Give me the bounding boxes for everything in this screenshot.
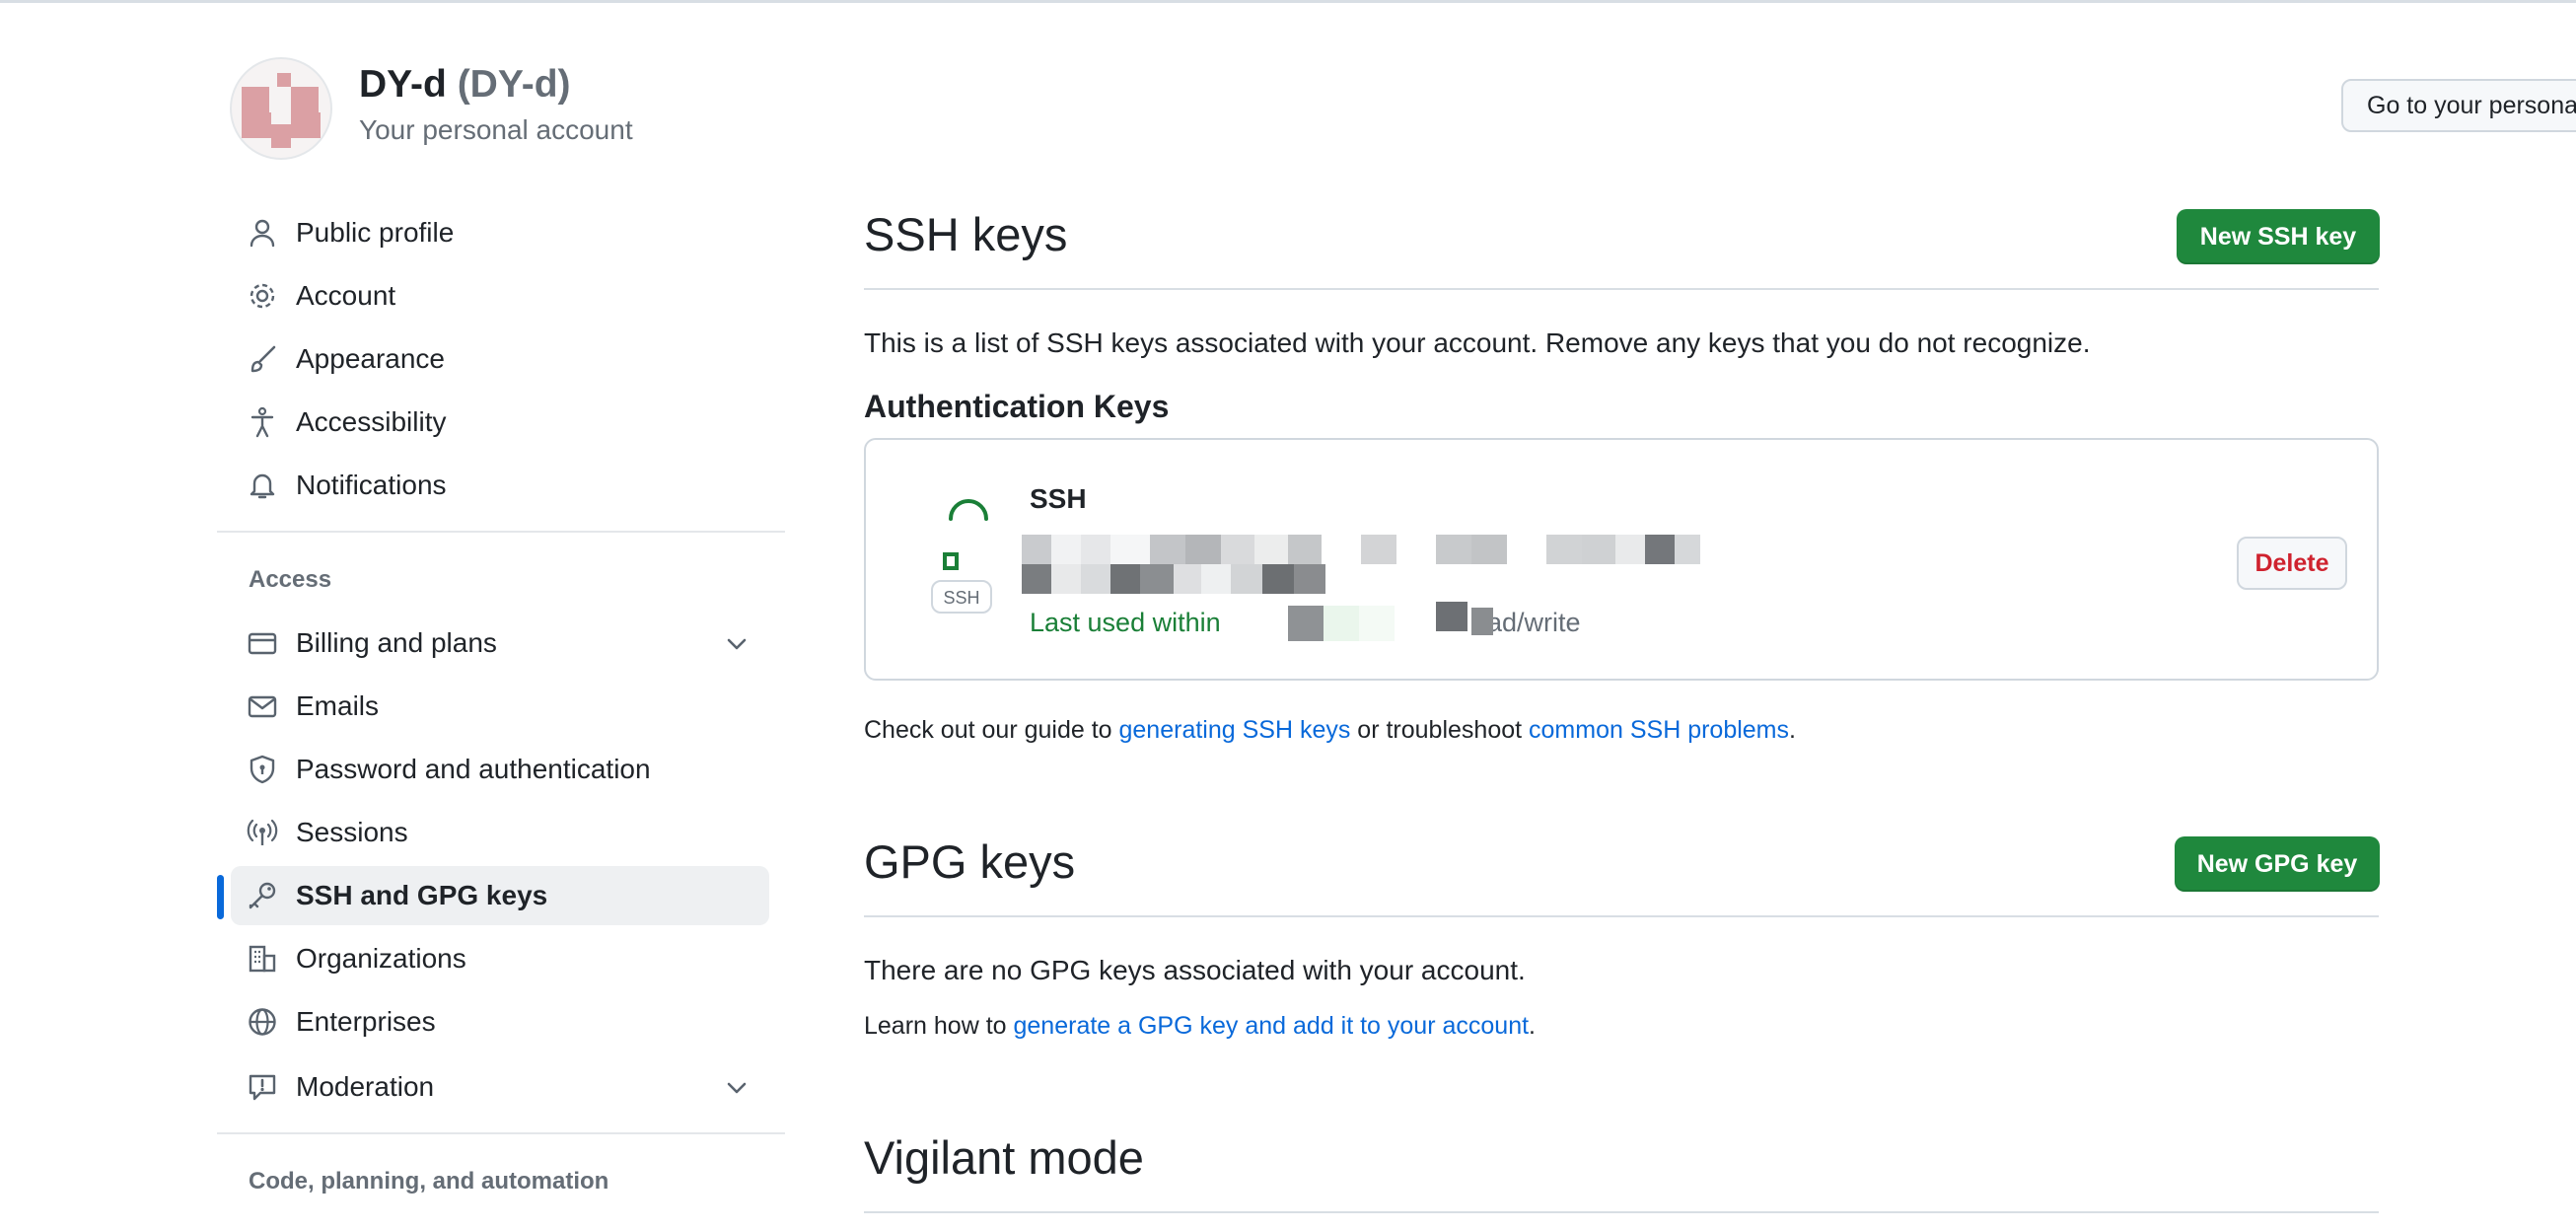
sidebar-item-label: Billing and plans: [296, 627, 497, 658]
accessibility-icon: [250, 406, 274, 438]
sidebar-item-label: Emails: [296, 690, 380, 721]
ssh-badge: SSH: [931, 580, 992, 614]
sidebar-item-organizations[interactable]: Organizations: [231, 929, 769, 988]
delete-ssh-key-button[interactable]: Delete: [2237, 537, 2347, 590]
authentication-keys-heading: Authentication Keys: [864, 389, 1170, 424]
sidebar-item-label: Appearance: [296, 343, 446, 374]
broadcast-icon: [247, 819, 278, 845]
common-ssh-problems-link[interactable]: common SSH problems: [1529, 716, 1789, 744]
help-prefix: Check out our guide to: [864, 716, 1119, 744]
avatar[interactable]: [230, 57, 332, 160]
key-details-redacted: [1022, 564, 1325, 594]
sidebar-item-label: Notifications: [296, 470, 447, 500]
key-last-used: Last used within: [1030, 608, 1221, 637]
sidebar-item-label: Accessibility: [296, 406, 447, 437]
ssh-keys-title: SSH keys: [864, 208, 1068, 260]
key-icon: [249, 882, 276, 909]
mail-icon: [248, 695, 277, 718]
help-suffix: .: [1789, 716, 1796, 744]
gear-icon: [250, 283, 275, 309]
generate-gpg-key-link[interactable]: generate a GPG key and add it to your ac…: [1014, 1012, 1530, 1040]
sidebar-item-billing[interactable]: Billing and plans: [231, 614, 769, 673]
ssh-key-card: SSH SSH Last used within ad/write Delete: [864, 438, 2379, 681]
sidebar-item-notifications[interactable]: Notifications: [231, 456, 769, 515]
go-to-profile-button[interactable]: Go to your personal profile: [2341, 79, 2576, 132]
account-subtitle: Your personal account: [359, 114, 633, 145]
gpg-keys-title: GPG keys: [864, 835, 1076, 888]
new-ssh-key-button[interactable]: New SSH key: [2177, 209, 2380, 264]
section-divider: [864, 288, 2379, 290]
sidebar-item-accessibility[interactable]: Accessibility: [231, 393, 769, 452]
section-divider: [864, 1211, 2379, 1213]
key-icon: [943, 499, 988, 570]
learn-suffix: .: [1529, 1012, 1536, 1040]
sidebar-group-heading-access: Access: [249, 566, 332, 593]
new-gpg-key-button[interactable]: New GPG key: [2175, 836, 2380, 892]
credit-card-icon: [248, 632, 277, 655]
generating-ssh-keys-link[interactable]: generating SSH keys: [1119, 716, 1351, 744]
sidebar-item-ssh-gpg-keys[interactable]: SSH and GPG keys: [231, 866, 769, 925]
bell-icon: [250, 473, 275, 499]
shield-lock-icon: [250, 755, 275, 784]
vigilant-mode-title: Vigilant mode: [864, 1131, 1144, 1184]
sidebar-divider: [217, 1132, 785, 1134]
ssh-key-title: SSH: [1030, 483, 1087, 514]
key-fingerprint-redacted: [1022, 535, 1700, 564]
help-middle: or troubleshoot: [1350, 716, 1530, 744]
sidebar-item-label: Sessions: [296, 817, 408, 847]
sidebar-item-appearance[interactable]: Appearance: [231, 329, 769, 389]
paintbrush-icon: [250, 345, 276, 373]
ssh-description: This is a list of SSH keys associated wi…: [864, 327, 2091, 358]
sidebar-item-label: Enterprises: [296, 1006, 436, 1037]
sidebar-item-public-profile[interactable]: Public profile: [231, 203, 769, 262]
organization-icon: [249, 945, 276, 973]
learn-prefix: Learn how to: [864, 1012, 1014, 1040]
sidebar-item-label: Account: [296, 280, 396, 311]
sidebar-group-heading-code: Code, planning, and automation: [249, 1168, 609, 1195]
ssh-help-text: Check out our guide to generating SSH ke…: [864, 716, 1796, 745]
person-icon: [250, 219, 275, 248]
globe-icon: [249, 1008, 276, 1036]
section-divider: [864, 915, 2379, 917]
sidebar-item-label: Moderation: [296, 1071, 435, 1102]
account-login: (DY-d): [457, 63, 571, 106]
permission-redacted: [1436, 602, 1493, 641]
report-icon: [249, 1074, 276, 1101]
sidebar-item-label: Organizations: [296, 943, 466, 974]
sidebar-item-label: SSH and GPG keys: [296, 880, 548, 910]
sidebar-divider: [217, 531, 785, 533]
sidebar-item-sessions[interactable]: Sessions: [231, 803, 769, 862]
sidebar-item-label: Password and authentication: [296, 754, 651, 784]
display-name: DY-d: [359, 63, 447, 106]
account-name: DY-d (DY-d): [359, 63, 571, 107]
gpg-help-text: Learn how to generate a GPG key and add …: [864, 1012, 1536, 1041]
active-indicator: [217, 875, 224, 919]
sidebar-item-emails[interactable]: Emails: [231, 677, 769, 736]
top-border: [0, 0, 2576, 3]
sidebar-item-enterprises[interactable]: Enterprises: [231, 992, 769, 1051]
gpg-empty-message: There are no GPG keys associated with yo…: [864, 955, 1526, 985]
chevron-down-icon[interactable]: [724, 1075, 750, 1101]
chevron-down-icon[interactable]: [724, 631, 750, 657]
sidebar-item-password-authentication[interactable]: Password and authentication: [231, 740, 769, 799]
key-permission: ad/write: [1487, 608, 1581, 637]
sidebar-item-account[interactable]: Account: [231, 266, 769, 326]
sidebar-item-moderation[interactable]: Moderation: [231, 1057, 769, 1117]
sidebar-item-label: Public profile: [296, 217, 455, 248]
